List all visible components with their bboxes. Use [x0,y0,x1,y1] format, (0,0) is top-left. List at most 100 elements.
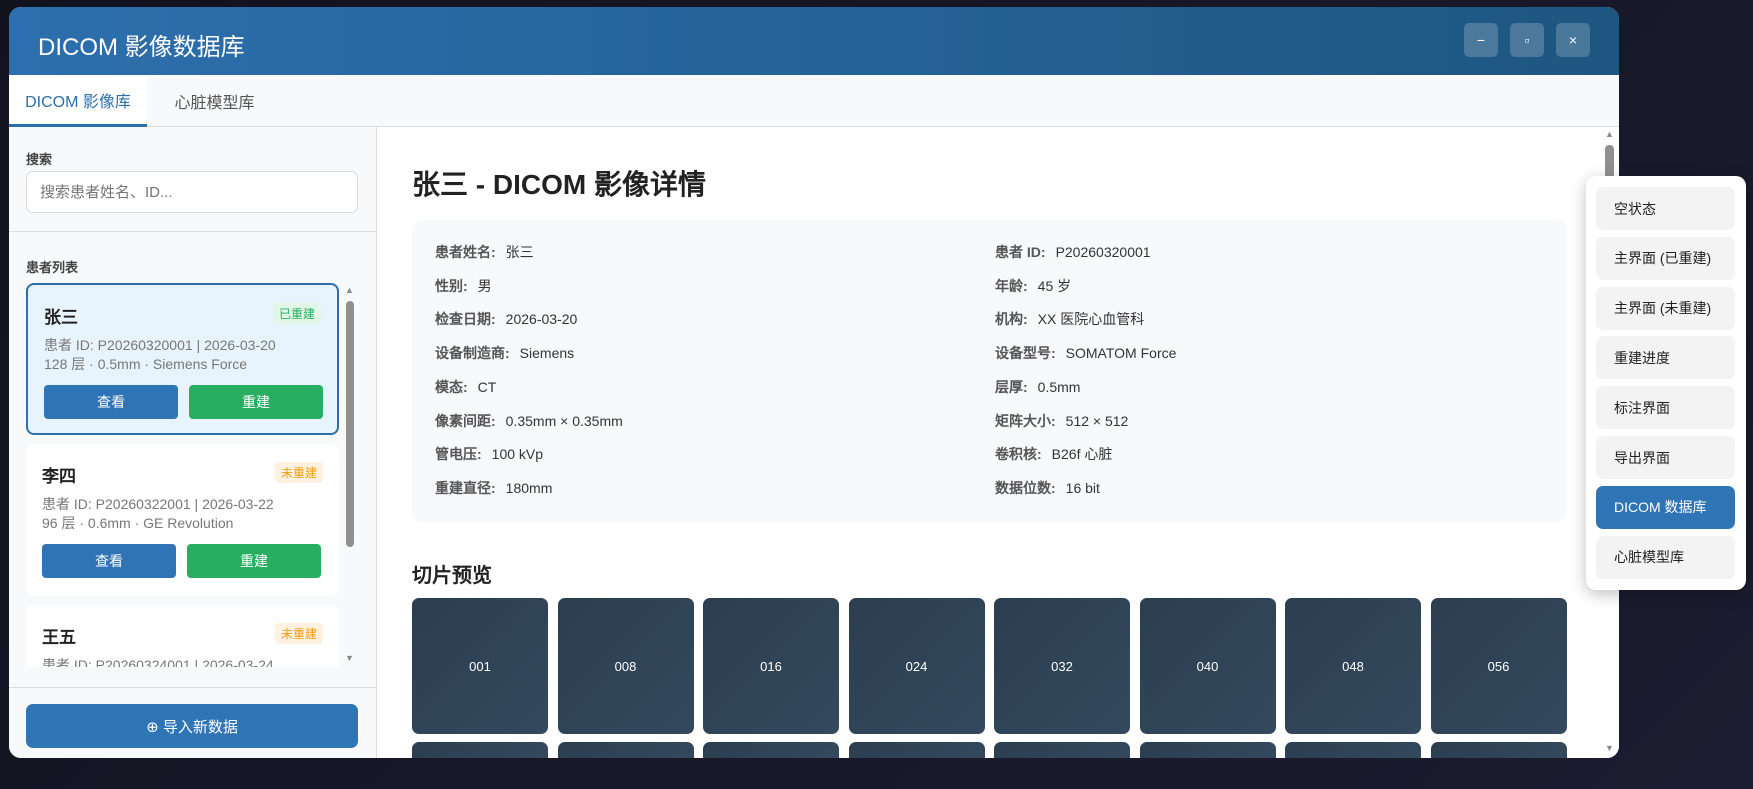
patient-scan-info: 96 层 · 0.6mm · GE Revolution [42,515,234,531]
view-button[interactable]: 查看 [44,385,178,419]
slice-thumbnail[interactable] [1139,742,1276,758]
scroll-down-icon[interactable]: ▼ [345,653,354,663]
import-data-button[interactable]: ⊕ 导入新数据 [26,704,358,748]
status-badge: 已重建 [272,303,321,324]
page-title: 张三 - DICOM 影像详情 [412,169,706,200]
slice-thumbnail[interactable]: 040 [1139,598,1276,734]
slice-thumbnail[interactable] [703,742,839,758]
search-label: 搜索 [26,152,53,167]
slice-preview-title: 切片预览 [412,565,492,587]
tab-heart-model-library[interactable]: 心脏模型库 [147,75,282,127]
state-item[interactable]: 空状态 [1596,187,1735,230]
info-row: 检查日期: 2026-03-20 [435,309,577,329]
state-item[interactable]: 重建进度 [1596,336,1735,380]
slice-thumbnail[interactable]: 001 [412,598,548,734]
info-row: 管电压: 100 kVp [435,444,543,464]
patient-list: 张三 已重建 患者 ID: P20260320001 | 2026-03-20 … [26,283,356,667]
patient-list-scrollbar[interactable]: ▲ ▼ [344,283,356,667]
rebuild-button[interactable]: 重建 [187,544,321,578]
info-label: 像素间距: [435,412,496,429]
tab-dicom-library[interactable]: DICOM 影像库 [9,75,147,127]
patient-id-date: 患者 ID: P20260320001 | 2026-03-20 [44,337,276,353]
app-title: DICOM 影像数据库 [38,34,245,61]
slice-thumbnail[interactable] [848,742,985,758]
slice-thumbnail[interactable] [412,742,548,758]
info-label: 机构: [995,311,1028,328]
info-value: 张三 [505,244,534,260]
detail-pane: 张三 - DICOM 影像详情 患者姓名: 张三 性别: 男检查日期: 2026-03-… [377,127,1619,758]
patient-name: 李四 [42,467,76,486]
state-item[interactable]: DICOM 数据库 [1596,485,1735,529]
info-value: 0.35mm × 0.35mm [505,412,623,429]
info-value: 2026-03-20 [505,311,578,328]
patient-name: 张三 [44,308,78,327]
info-row: 层厚: 0.5mm [995,377,1080,397]
info-label: 重建直径: [435,479,496,496]
scroll-down-icon[interactable]: ▼ [1605,743,1614,753]
slice-thumbnail[interactable]: 016 [703,598,839,734]
info-row: 像素间距: 0.35mm × 0.35mm [435,411,623,431]
info-value: XX 医院心血管科 [1037,311,1145,328]
view-button[interactable]: 查看 [42,544,176,578]
state-item[interactable]: 导出界面 [1596,436,1735,479]
patient-name: 王五 [42,628,76,647]
rebuild-button[interactable]: 重建 [189,385,323,419]
info-label: 矩阵大小: [995,412,1056,429]
slice-thumbnail[interactable] [1430,742,1567,758]
patient-list-label: 患者列表 [26,260,79,275]
info-row: 患者 ID: P20260320001 [995,242,1151,262]
info-row: 模态: CT [435,377,496,397]
patient-card[interactable]: 李四 未重建 患者 ID: P20260322001 | 2026-03-22 … [26,444,339,596]
patient-scan-info: 128 层 · 0.5mm · Siemens Force [44,356,248,372]
divider [9,231,377,232]
close-button[interactable]: × [1556,23,1590,57]
slice-thumbnail[interactable]: 032 [994,598,1130,734]
patient-card[interactable]: 张三 已重建 患者 ID: P20260320001 | 2026-03-20 … [26,283,339,435]
info-value: P20260320001 [1055,244,1151,260]
info-value: CT [477,378,497,395]
state-item[interactable]: 主界面 (已重建) [1596,236,1735,280]
tab-bar: DICOM 影像库 心脏模型库 [9,75,1619,127]
info-value: 0.5mm [1037,378,1081,395]
info-row: 年龄: 45 岁 [995,276,1071,296]
info-label: 患者姓名: [435,244,496,260]
info-row: 患者姓名: 张三 [435,242,534,262]
sidebar: 搜索 患者列表 张三 已重建 患者 ID: P20260320001 | 202… [9,127,377,758]
info-row: 设备型号: SOMATOM Force [995,343,1176,363]
info-label: 管电压: [435,446,482,463]
slice-thumbnail[interactable]: 048 [1285,598,1421,734]
info-value: 男 [477,277,492,294]
maximize-button[interactable]: ▫ [1510,23,1544,57]
info-value: 45 岁 [1037,277,1072,294]
info-value: Siemens [519,345,575,362]
info-label: 患者 ID: [995,244,1046,260]
info-label: 设备制造商: [435,345,510,362]
state-switcher-panel: 空状态主界面 (已重建) 主界面 (未重建) 重建进度标注界面导出界面 DICOM 数… [1586,176,1746,590]
scroll-up-icon[interactable]: ▲ [1605,129,1614,139]
patient-card[interactable]: 王五 未重建 患者 ID: P20260324001 | 2026-03-24 [26,605,339,667]
search-input[interactable] [26,171,358,213]
minimize-button[interactable]: − [1464,23,1498,57]
info-value: 180mm [505,479,553,496]
status-badge: 未重建 [274,623,323,644]
info-value: 100 kVp [491,446,544,463]
info-value: SOMATOM Force [1065,345,1177,362]
info-label: 卷积核: [995,446,1042,463]
patient-info-box: 患者姓名: 张三 性别: 男检查日期: 2026-03-20 设备制造商: Siemens 模… [412,220,1567,522]
slice-thumbnail[interactable] [1285,742,1421,758]
info-label: 设备型号: [995,345,1056,362]
state-item[interactable]: 心脏模型库 [1596,535,1735,579]
info-row: 矩阵大小: 512 × 512 [995,411,1128,431]
scroll-up-icon[interactable]: ▲ [345,285,354,295]
state-item[interactable]: 标注界面 [1596,386,1735,430]
slice-thumbnail[interactable]: 008 [557,598,694,734]
slice-thumbnail[interactable]: 056 [1430,598,1567,734]
info-row: 重建直径: 180mm [435,478,552,498]
slice-thumbnail[interactable] [994,742,1130,758]
info-label: 数据位数: [995,479,1056,496]
slice-thumbnail[interactable] [557,742,694,758]
state-item[interactable]: 主界面 (未重建) [1596,286,1735,330]
slice-thumbnail[interactable]: 024 [848,598,985,734]
scrollbar-thumb[interactable] [346,301,354,547]
info-value: 512 × 512 [1065,412,1129,429]
